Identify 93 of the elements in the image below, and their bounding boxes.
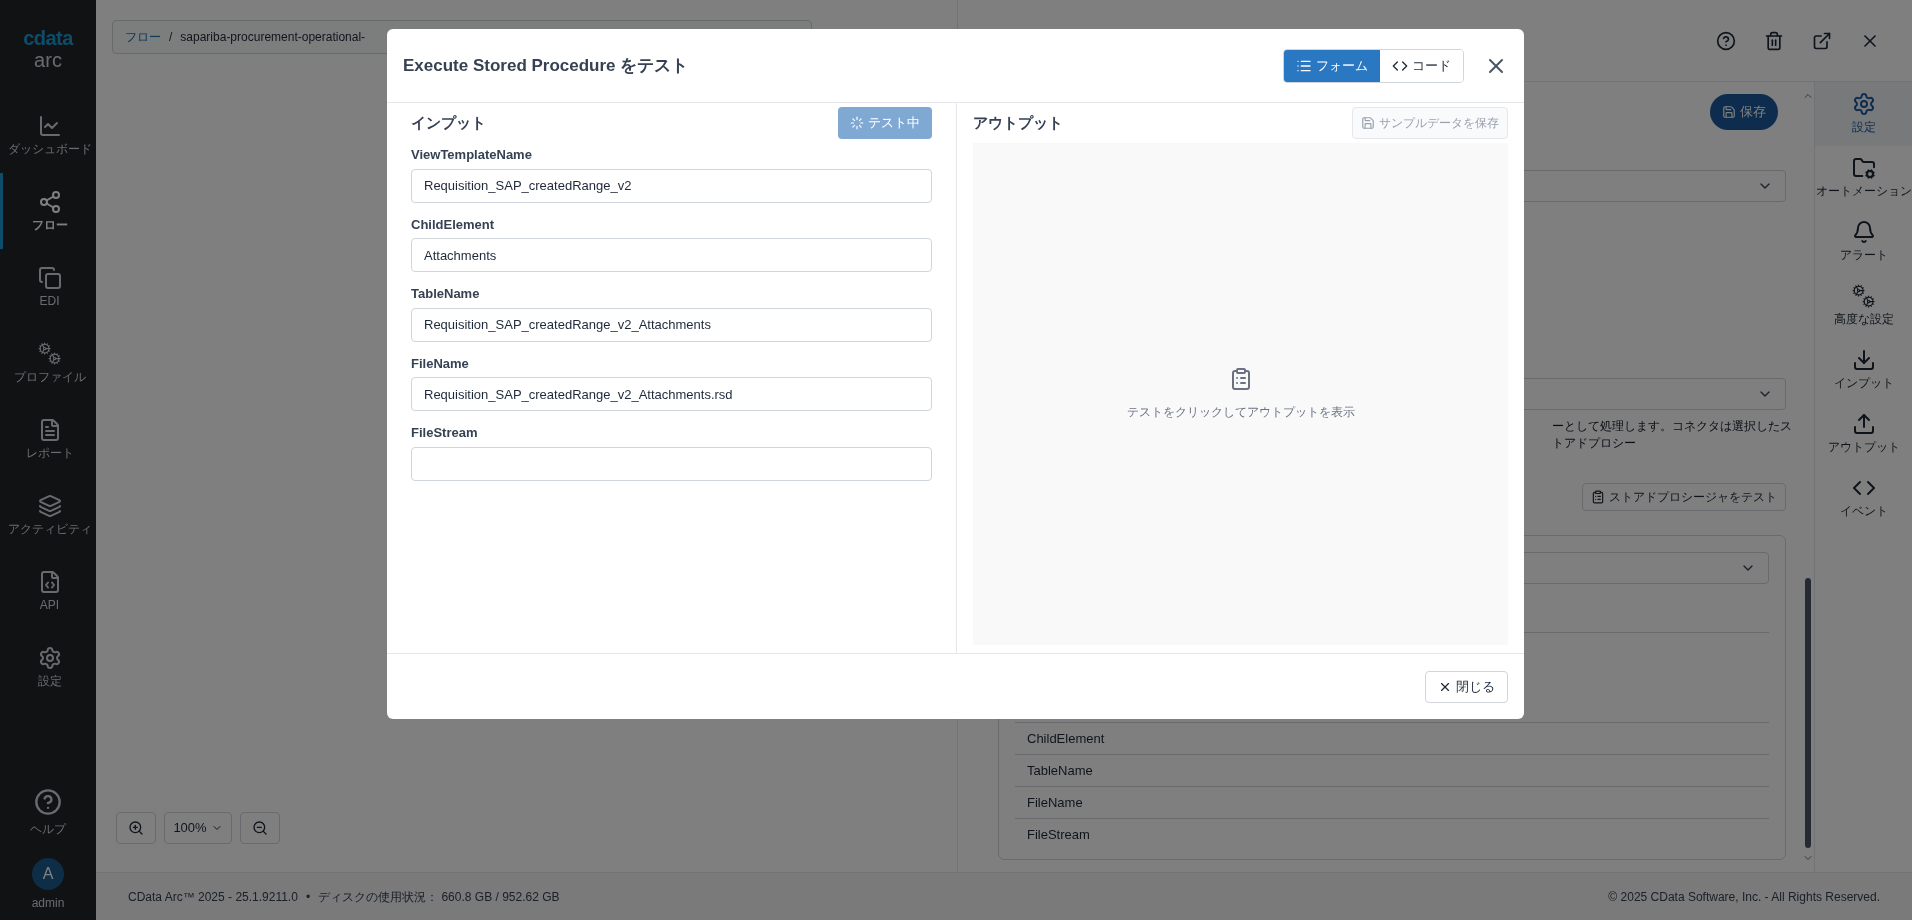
sidebar-item[interactable]: レポート — [0, 401, 96, 477]
side-tab-label: アラート — [1839, 247, 1888, 264]
sidebar-label: API — [38, 597, 61, 613]
input-field[interactable] — [411, 446, 932, 481]
side-tab[interactable]: 設定 — [1815, 82, 1912, 146]
input-field[interactable]: Attachments — [411, 238, 932, 272]
settings-icon — [1851, 92, 1876, 116]
save-icon — [1722, 105, 1736, 119]
sidebar-label: EDI — [38, 293, 61, 309]
side-tab-label: インプット — [1833, 375, 1894, 392]
sidebar-item[interactable]: 設定 — [0, 629, 96, 705]
sidebar-label: アクティビティ — [6, 521, 93, 537]
zoom-in-icon — [128, 820, 144, 836]
dialog-title: Execute Stored Procedure をテスト — [403, 54, 689, 77]
side-tab-label: イベント — [1839, 503, 1888, 520]
side-tab[interactable]: アウトプット — [1815, 402, 1912, 466]
sidebar-label: フロー — [30, 217, 69, 233]
sidebar-label: レポート — [24, 445, 75, 461]
upload-icon — [1851, 412, 1876, 436]
separator-dot: • — [305, 888, 311, 906]
side-tab[interactable]: イベント — [1815, 466, 1912, 530]
folder-gear-icon — [1851, 156, 1876, 180]
parameter-name: TableName — [1027, 761, 1093, 780]
parameter-name: FileStream — [1027, 825, 1090, 844]
sidebar-label: ダッシュボード — [6, 141, 93, 157]
test-procedure-button[interactable]: ストアドプロシージャをテスト — [1582, 483, 1786, 511]
field-label: FileStream — [411, 424, 479, 442]
gears-icon — [1851, 284, 1876, 308]
trash-icon[interactable] — [1764, 30, 1784, 51]
help-icon — [34, 788, 62, 816]
sidebar-item[interactable]: フロー — [0, 173, 96, 249]
logo: cdata — [23, 28, 73, 48]
close-button[interactable]: 閉じる — [1425, 670, 1508, 703]
sidebar-label: プロファイル — [12, 369, 87, 385]
logo-subtitle: arc — [34, 48, 62, 73]
side-tab-label: 高度な設定 — [1833, 311, 1894, 328]
field-label: FileName — [411, 354, 470, 373]
gears-icon — [37, 341, 62, 366]
save-icon — [1361, 116, 1375, 130]
input-heading: インプット — [411, 112, 486, 133]
sidebar-item[interactable]: ダッシュボード — [0, 97, 96, 173]
stack-icon — [37, 493, 62, 518]
side-tab[interactable]: アラート — [1815, 210, 1912, 274]
line-chart-icon — [37, 113, 62, 138]
field-label: TableName — [411, 285, 481, 303]
settings-icon — [37, 645, 62, 670]
input-field[interactable]: Requisition_SAP_createdRange_v2_Attachments — [411, 307, 932, 342]
side-tab-label: アウトプット — [1827, 439, 1900, 456]
side-tab-label: 設定 — [1851, 119, 1876, 136]
sidebar-item[interactable]: EDI — [0, 249, 96, 325]
parameter-name: FileName — [1027, 793, 1083, 812]
copyright-text: © 2025 CData Software, Inc. - All Rights Reserved. — [1608, 888, 1880, 906]
external-link-icon[interactable] — [1812, 30, 1832, 51]
sidebar-item[interactable]: アクティビティ — [0, 477, 96, 553]
download-icon — [1851, 348, 1876, 372]
help-icon[interactable] — [1716, 30, 1736, 51]
zoom-in-button[interactable] — [116, 812, 156, 844]
zoom-out-button[interactable] — [240, 812, 280, 844]
save-button[interactable]: 保存 — [1710, 94, 1778, 130]
zoom-level-dropdown[interactable]: 100% — [164, 812, 232, 844]
zoom-out-icon — [252, 820, 268, 836]
scrollbar-thumb[interactable] — [1805, 578, 1811, 848]
field-label: ChildElement — [411, 215, 496, 234]
bell-icon — [1851, 220, 1876, 244]
view-toggle-tab[interactable]: フォーム — [1284, 49, 1380, 82]
output-heading: アウトプット — [973, 112, 1063, 133]
user-name: admin — [31, 895, 65, 912]
sidebar-label: 設定 — [36, 673, 63, 689]
sidebar-item[interactable]: API — [0, 553, 96, 629]
description-text: ーとして処理します。コネクタは選択したストアドプロシー — [1552, 418, 1793, 451]
parameter-name: ChildElement — [1027, 729, 1105, 748]
side-tab[interactable]: インプット — [1815, 338, 1912, 402]
side-tab[interactable]: 高度な設定 — [1815, 274, 1912, 338]
documents-icon — [37, 265, 62, 290]
help-label: ヘルプ — [30, 821, 66, 838]
field-label: ViewTemplateName — [411, 146, 533, 164]
disk-usage-text: ディスクの使用状況： 660.8 GB / 952.62 GB — [318, 888, 560, 906]
breadcrumb-link[interactable]: フロー — [125, 28, 161, 46]
empty-output-message: テストをクリックしてアウトプットを表示 — [1126, 404, 1355, 421]
breadcrumb-separator: / — [169, 29, 173, 46]
input-field[interactable]: Requisition_SAP_createdRange_v2_Attachments.rsd — [411, 377, 932, 411]
side-tab-label: オートメーション — [1815, 183, 1912, 200]
side-tab[interactable]: オートメーション — [1815, 146, 1912, 210]
spinner-icon — [850, 116, 864, 130]
sidebar-item[interactable]: プロファイル — [0, 325, 96, 401]
user-avatar[interactable]: A — [32, 858, 64, 890]
version-text: CData Arc™ 2025 - 25.1.9211.0 — [128, 888, 298, 906]
input-field[interactable]: Requisition_SAP_createdRange_v2 — [411, 168, 932, 203]
breadcrumb-current: sapariba-procurement-operational- — [180, 29, 366, 46]
clipboard-icon — [1591, 490, 1605, 504]
help-item[interactable]: ヘルプ — [30, 788, 66, 838]
test-button[interactable]: テスト中 — [838, 107, 932, 139]
share-nodes-icon — [37, 189, 62, 214]
